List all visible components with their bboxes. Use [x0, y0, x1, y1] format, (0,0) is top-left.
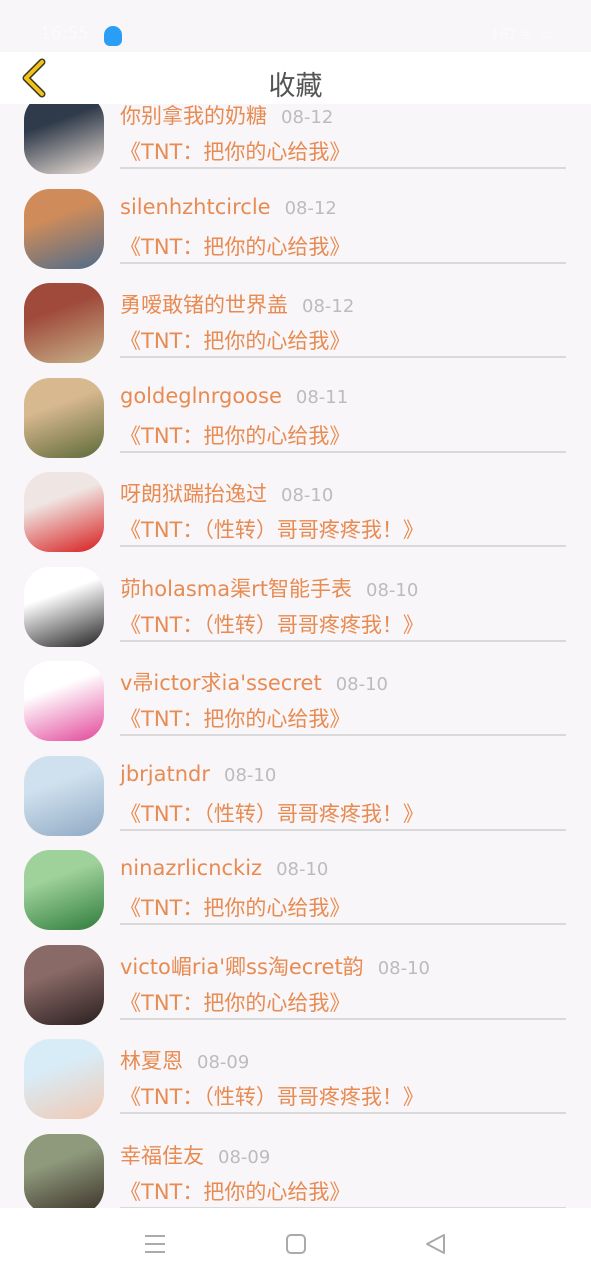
user-name[interactable]: ninazrlicnckiz — [120, 856, 262, 880]
divider — [120, 828, 566, 831]
divider — [120, 1017, 566, 1020]
item-date: 08-12 — [284, 197, 337, 219]
item-date: 08-10 — [377, 957, 430, 979]
book-title[interactable]: 《TNT：把你的心给我》 — [120, 231, 350, 261]
avatar[interactable] — [24, 104, 104, 174]
avatar[interactable] — [24, 755, 104, 836]
book-title[interactable]: 《TNT：把你的心给我》 — [120, 325, 350, 355]
item-header: 呀朗狱踹抬逸过 08-10 — [120, 478, 333, 508]
item-date: 08-09 — [218, 1146, 271, 1168]
book-title[interactable]: 《TNT：把你的心给我》 — [120, 987, 350, 1017]
user-name[interactable]: 茆holasma渠rt智能手表 — [120, 577, 352, 601]
book-title[interactable]: 《TNT：把你的心给我》 — [120, 703, 350, 733]
home-icon[interactable] — [284, 1232, 308, 1256]
avatar[interactable] — [24, 1039, 104, 1119]
avatar[interactable] — [24, 377, 104, 458]
divider — [120, 167, 566, 169]
avatar[interactable] — [24, 472, 104, 552]
list-item[interactable]: silenhzhtcircle 08-12 《TNT：把你的心给我》 — [0, 175, 591, 270]
navigation-bar — [0, 1208, 591, 1280]
avatar[interactable] — [24, 944, 104, 1025]
item-date: 08-10 — [366, 579, 419, 601]
list-item[interactable]: 勇嗳敢锗的世界盖 08-12 《TNT：把你的心给我》 — [0, 269, 591, 364]
avatar[interactable] — [24, 283, 104, 363]
user-name[interactable]: v帚ictor求ia'ssecret — [120, 671, 322, 695]
item-date: 08-09 — [197, 1052, 250, 1073]
list-item[interactable]: 幸福佳友 08-09 《TNT：把你的心给我》 — [0, 1120, 591, 1208]
status-time: 16:55 — [40, 24, 89, 44]
book-title[interactable]: 《TNT：把你的心给我》 — [120, 892, 350, 922]
divider — [120, 639, 566, 642]
list-item[interactable]: jbrjatndr 08-10 《TNT：（性转）哥哥疼疼我！》 — [0, 742, 591, 837]
item-date: 08-10 — [276, 859, 329, 880]
status-bar: 16:55 HD ᯤ ▭ — [0, 0, 591, 52]
divider — [120, 923, 566, 925]
list-item[interactable]: 你别拿我的奶糖 08-12 《TNT：把你的心给我》 — [0, 104, 591, 175]
user-name[interactable]: goldeglnrgoose — [120, 384, 282, 408]
divider — [120, 1112, 566, 1114]
favorites-list[interactable]: 你别拿我的奶糖 08-12 《TNT：把你的心给我》 silenhzhtcircle 0… — [0, 104, 591, 1208]
list-item[interactable]: ninazrlicnckiz 08-10 《TNT：把你的心给我》 — [0, 836, 591, 931]
list-item[interactable]: goldeglnrgoose 08-11 《TNT：把你的心给我》 — [0, 364, 591, 459]
avatar[interactable] — [24, 850, 104, 930]
item-header: ninazrlicnckiz 08-10 — [120, 856, 328, 880]
avatar[interactable] — [24, 661, 104, 741]
item-header: 你别拿我的奶糖 08-12 — [120, 104, 333, 130]
user-name[interactable]: jbrjatndr — [120, 762, 210, 786]
qq-icon — [104, 26, 122, 46]
item-header: jbrjatndr 08-10 — [120, 762, 276, 786]
header: 收藏 — [0, 52, 591, 104]
user-name[interactable]: victo嵋ria'卿ss淘ecret韵 — [120, 955, 364, 979]
item-header: goldeglnrgoose 08-11 — [120, 384, 348, 408]
item-date: 08-12 — [302, 296, 355, 317]
page-title: 收藏 — [268, 71, 323, 102]
item-date: 08-10 — [335, 674, 388, 695]
list-item[interactable]: 呀朗狱踹抬逸过 08-10 《TNT：（性转）哥哥疼疼我！》 — [0, 458, 591, 553]
item-header: 林夏恩 08-09 — [120, 1045, 249, 1075]
user-name[interactable]: 呀朗狱踹抬逸过 — [120, 482, 267, 506]
user-name[interactable]: 幸福佳友 — [120, 1144, 204, 1168]
item-date: 08-10 — [281, 485, 334, 506]
item-date: 08-12 — [281, 107, 334, 128]
divider — [120, 734, 566, 736]
avatar[interactable] — [24, 188, 104, 269]
list-item[interactable]: 林夏恩 08-09 《TNT：（性转）哥哥疼疼我！》 — [0, 1025, 591, 1120]
book-title[interactable]: 《TNT：把你的心给我》 — [120, 420, 350, 450]
item-date: 08-10 — [224, 764, 277, 786]
divider — [120, 545, 566, 547]
item-header: v帚ictor求ia'ssecret 08-10 — [120, 667, 388, 697]
avatar[interactable] — [24, 1133, 104, 1208]
item-date: 08-11 — [295, 386, 349, 408]
item-header: silenhzhtcircle 08-12 — [120, 195, 337, 219]
user-name[interactable]: silenhzhtcircle — [120, 195, 271, 219]
divider — [120, 450, 566, 453]
list-item[interactable]: v帚ictor求ia'ssecret 08-10 《TNT：把你的心给我》 — [0, 647, 591, 742]
book-title[interactable]: 《TNT：（性转）哥哥疼疼我！》 — [120, 1081, 424, 1111]
book-title[interactable]: 《TNT：（性转）哥哥疼疼我！》 — [120, 609, 424, 639]
item-header: victo嵋ria'卿ss淘ecret韵 08-10 — [120, 951, 430, 981]
divider — [120, 356, 566, 358]
status-indicators: HD ᯤ ▭ — [492, 25, 553, 43]
book-title[interactable]: 《TNT：把你的心给我》 — [120, 1176, 350, 1206]
divider — [120, 261, 566, 264]
book-title[interactable]: 《TNT：（性转）哥哥疼疼我！》 — [120, 798, 424, 828]
user-name[interactable]: 你别拿我的奶糖 — [120, 104, 267, 128]
item-header: 勇嗳敢锗的世界盖 08-12 — [120, 289, 354, 319]
list-item[interactable]: 茆holasma渠rt智能手表 08-10 《TNT：（性转）哥哥疼疼我！》 — [0, 553, 591, 648]
item-header: 幸福佳友 08-09 — [120, 1140, 270, 1170]
user-name[interactable]: 林夏恩 — [120, 1049, 183, 1073]
user-name[interactable]: 勇嗳敢锗的世界盖 — [120, 293, 288, 317]
avatar[interactable] — [24, 566, 104, 647]
menu-icon[interactable] — [143, 1232, 167, 1256]
book-title[interactable]: 《TNT：（性转）哥哥疼疼我！》 — [120, 514, 424, 544]
back-triangle-icon[interactable] — [424, 1232, 448, 1256]
list-item[interactable]: victo嵋ria'卿ss淘ecret韵 08-10 《TNT：把你的心给我》 — [0, 931, 591, 1026]
book-title[interactable]: 《TNT：把你的心给我》 — [120, 136, 350, 166]
item-header: 茆holasma渠rt智能手表 08-10 — [120, 573, 418, 603]
